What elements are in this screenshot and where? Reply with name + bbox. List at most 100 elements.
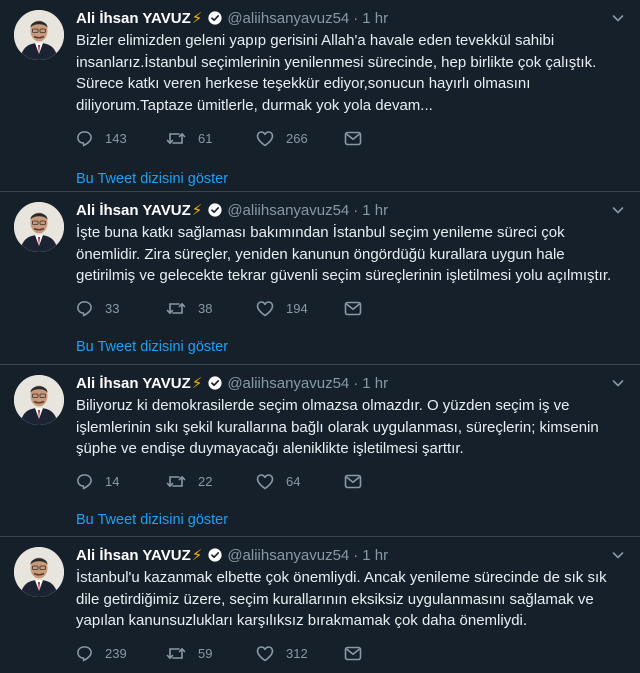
lightning-icon: ⚡ <box>191 10 203 27</box>
author-handle[interactable]: @aliihsanyavuz54 <box>227 375 349 392</box>
lightning-icon: ⚡ <box>191 202 203 219</box>
tweet-header: Ali İhsan YAVUZ ⚡ @aliihsanyavuz54 · 1 h… <box>76 8 628 28</box>
heart-icon <box>256 474 274 490</box>
tweet[interactable]: Ali İhsan YAVUZ ⚡ @aliihsanyavuz54 · 1 h… <box>0 365 640 537</box>
tweet-text-line: Biliyoruz ki demokrasilerde seçim olmazs… <box>76 397 570 414</box>
tweet-header: Ali İhsan YAVUZ ⚡ @aliihsanyavuz54 · 1 h… <box>76 373 628 393</box>
tweet-text-line: yapılan kanunsuzlukları karşılıksız bıra… <box>76 612 528 629</box>
chevron-down-icon[interactable] <box>610 375 626 391</box>
share-icon <box>344 131 362 145</box>
tweet-text-line: insanlarız.İstanbul seçimlerinin yenilen… <box>76 53 597 71</box>
tweet-text-line: Bizler elimizden geleni yapıp gerisini A… <box>76 32 555 49</box>
like-count: 64 <box>286 474 301 489</box>
tweet-actions: 14 22 64 <box>76 472 628 492</box>
retweet-icon <box>166 476 186 487</box>
share-button[interactable] <box>344 301 434 316</box>
share-icon <box>344 474 362 489</box>
verified-badge-icon <box>208 203 222 217</box>
timestamp[interactable]: 1 hr <box>362 547 388 564</box>
tweet-text-line: İstanbul'u kazanmak elbette çok önemliyd… <box>76 569 607 586</box>
avatar[interactable] <box>14 10 64 60</box>
like-button[interactable]: 266 <box>256 130 344 147</box>
tweet-actions: 143 61 266 <box>76 128 628 148</box>
share-icon <box>344 301 362 316</box>
profile-photo <box>14 10 64 60</box>
retweet-button[interactable]: 61 <box>166 130 256 147</box>
share-button[interactable] <box>344 646 434 661</box>
author-handle[interactable]: @aliihsanyavuz54 <box>227 202 349 219</box>
show-thread-link[interactable]: Bu Tweet dizisini göster <box>76 339 628 355</box>
retweet-icon <box>166 648 186 659</box>
lightning-icon: ⚡ <box>191 375 203 392</box>
avatar[interactable] <box>14 202 64 252</box>
separator-dot: · <box>353 374 359 392</box>
tweet-actions: 33 38 194 <box>76 299 628 319</box>
reply-button[interactable]: 143 <box>76 130 166 147</box>
separator-dot: · <box>353 9 359 27</box>
tweet-text: Biliyoruz ki demokrasilerde seçim olmazs… <box>76 395 622 460</box>
tweet-text-line: önemlidir. Zira süreçler, yeniden kanunu… <box>76 245 565 263</box>
like-button[interactable]: 194 <box>256 300 344 317</box>
tweet-text-line: işlemlerinin sıkı şekil kurallarına bağl… <box>76 418 599 436</box>
tweet-text: İşte buna katkı sağlaması bakımından İst… <box>76 222 622 287</box>
like-button[interactable]: 312 <box>256 645 344 662</box>
avatar[interactable] <box>14 375 64 425</box>
tweet[interactable]: Ali İhsan YAVUZ ⚡ @aliihsanyavuz54 · 1 h… <box>0 192 640 365</box>
reply-button[interactable]: 239 <box>76 645 166 662</box>
tweet-text-line: dile getirdiğimiz üzere, seçim kuralları… <box>76 590 594 608</box>
retweet-count: 61 <box>198 130 213 146</box>
timestamp[interactable]: 1 hr <box>362 10 388 27</box>
author-name[interactable]: Ali İhsan YAVUZ <box>76 202 191 219</box>
retweet-icon <box>166 303 186 314</box>
reply-button[interactable]: 14 <box>76 473 166 490</box>
reply-count: 143 <box>105 130 127 146</box>
show-thread-link[interactable]: Bu Tweet dizisini göster <box>76 171 628 187</box>
retweet-icon <box>166 132 186 144</box>
heart-icon <box>256 301 274 317</box>
reply-count: 33 <box>105 301 120 316</box>
reply-icon <box>77 646 92 662</box>
chevron-down-icon[interactable] <box>610 202 626 218</box>
separator-dot: · <box>353 546 359 564</box>
verified-badge-icon <box>208 376 222 390</box>
show-thread-link[interactable]: Bu Tweet dizisini göster <box>76 512 628 528</box>
share-button[interactable] <box>344 474 434 489</box>
profile-photo <box>14 547 64 597</box>
retweet-count: 38 <box>198 301 213 316</box>
tweet-text: İstanbul'u kazanmak elbette çok önemliyd… <box>76 567 622 632</box>
author-name[interactable]: Ali İhsan YAVUZ <box>76 10 191 27</box>
tweet-header: Ali İhsan YAVUZ ⚡ @aliihsanyavuz54 · 1 h… <box>76 545 628 565</box>
retweet-button[interactable]: 22 <box>166 473 256 490</box>
tweet[interactable]: Ali İhsan YAVUZ ⚡ @aliihsanyavuz54 · 1 h… <box>0 537 640 673</box>
retweet-count: 22 <box>198 474 213 489</box>
like-count: 194 <box>286 301 308 316</box>
retweet-count: 59 <box>198 646 213 661</box>
chevron-down-icon[interactable] <box>610 10 626 26</box>
like-button[interactable]: 64 <box>256 473 344 490</box>
heart-icon <box>256 130 274 146</box>
profile-photo <box>14 202 64 252</box>
author-name[interactable]: Ali İhsan YAVUZ <box>76 547 191 564</box>
reply-button[interactable]: 33 <box>76 300 166 317</box>
reply-count: 239 <box>105 646 127 661</box>
timestamp[interactable]: 1 hr <box>362 202 388 219</box>
tweet-timeline: Ali İhsan YAVUZ ⚡ @aliihsanyavuz54 · 1 h… <box>0 0 640 673</box>
reply-icon <box>77 301 92 317</box>
share-icon <box>344 646 362 661</box>
tweet-text: Bizler elimizden geleni yapıp gerisini A… <box>76 30 622 116</box>
retweet-button[interactable]: 59 <box>166 645 256 662</box>
author-handle[interactable]: @aliihsanyavuz54 <box>227 10 349 27</box>
avatar[interactable] <box>14 547 64 597</box>
author-name[interactable]: Ali İhsan YAVUZ <box>76 375 191 392</box>
tweet-text-line: şüphe ve endişe duymayacağı aleniklikte … <box>76 440 464 457</box>
timestamp[interactable]: 1 hr <box>362 375 388 392</box>
retweet-button[interactable]: 38 <box>166 300 256 317</box>
chevron-down-icon[interactable] <box>610 547 626 563</box>
profile-photo <box>14 375 64 425</box>
author-handle[interactable]: @aliihsanyavuz54 <box>227 547 349 564</box>
lightning-icon: ⚡ <box>191 547 203 564</box>
tweet[interactable]: Ali İhsan YAVUZ ⚡ @aliihsanyavuz54 · 1 h… <box>0 0 640 192</box>
reply-icon <box>77 474 92 490</box>
share-button[interactable] <box>344 131 434 146</box>
tweet-text-line: Sürece katkı veren herkese teşekkür ediy… <box>76 75 531 92</box>
